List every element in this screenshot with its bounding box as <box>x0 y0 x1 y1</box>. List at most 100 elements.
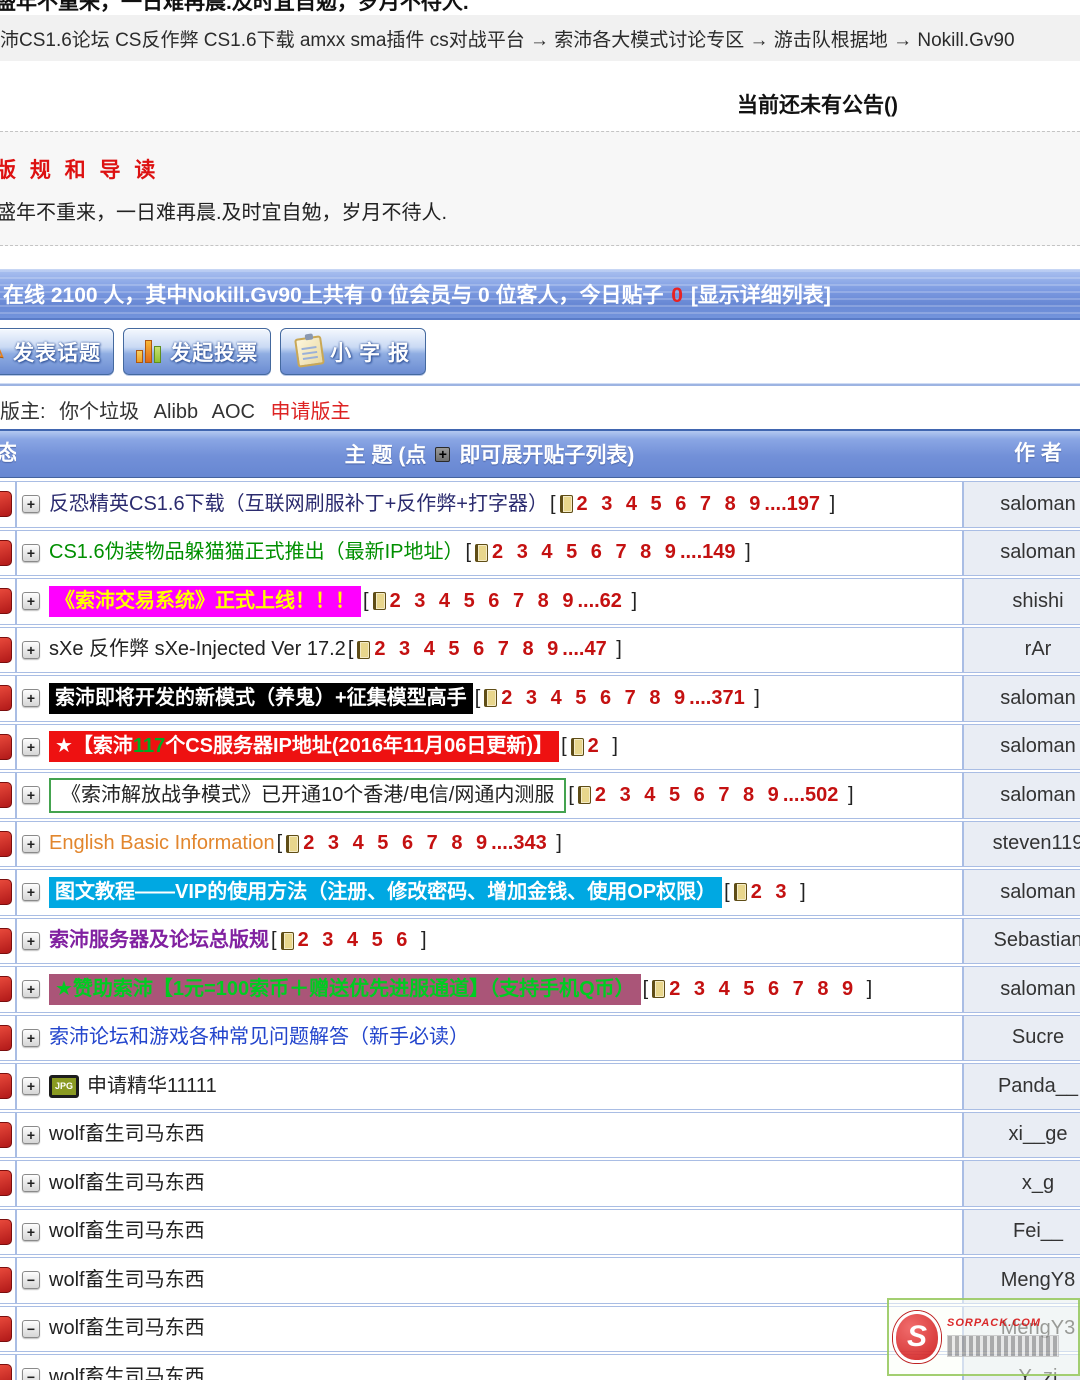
show-detail-list-link[interactable]: 显示详细列表 <box>698 284 824 307</box>
clipboard-button[interactable]: 小 字 报 <box>280 328 426 375</box>
page-numbers[interactable]: 2 3 4 5 6 7 8 9 <box>492 541 676 564</box>
barchart-button[interactable]: 发起投票 <box>123 328 271 375</box>
author-link[interactable]: saloman <box>1000 784 1076 807</box>
last-page-number[interactable]: ....371 <box>689 687 745 710</box>
topic-title-link[interactable]: 索沛论坛和游戏各种常见问题解答（新手必读） <box>49 1025 469 1050</box>
pages-icon <box>484 689 497 707</box>
expand-toggle-icon[interactable]: + <box>22 1029 40 1047</box>
page-links[interactable]: [2 3 4 5 6 7 8 9....371 ] <box>475 687 760 710</box>
topic-title-link[interactable]: 图文教程——VIP的使用方法（注册、修改密码、增加金钱、使用OP权限） <box>49 877 722 908</box>
page-links[interactable]: [2 3 4 5 6 7 8 9....62 ] <box>363 590 637 613</box>
page-numbers[interactable]: 2 3 4 5 6 7 8 9 <box>390 590 574 613</box>
topic-title-link[interactable]: ★赞助索沛【1元=100索币＋赠送优先进服通道】（支持手机Q币） <box>49 974 641 1005</box>
page-links[interactable]: [2 3 ] <box>724 881 806 904</box>
page: { "colors": { "accent_blue": "#6888d4", … <box>0 0 1080 1380</box>
topic-title-link[interactable]: wolf畜生司马东西 <box>49 1316 205 1341</box>
page-links[interactable]: [2 3 4 5 6 7 8 9....197 ] <box>550 493 835 516</box>
last-page-number[interactable]: ....47 <box>562 638 606 661</box>
page-links[interactable]: [2 3 4 5 6 7 8 9....343 ] <box>277 832 562 855</box>
author-link[interactable]: Fei__ <box>1013 1220 1063 1243</box>
topic-title-link[interactable]: 《索沛解放战争模式》已开通10个香港/电信/网通内测服 <box>49 778 566 813</box>
last-page-number[interactable]: ....502 <box>783 784 839 807</box>
page-numbers[interactable]: 2 3 4 5 6 7 8 9 <box>303 832 487 855</box>
page-links[interactable]: [2 3 4 5 6 ] <box>271 929 427 952</box>
author-link[interactable]: xi__ge <box>1009 1123 1068 1146</box>
expand-toggle-icon[interactable]: + <box>22 883 40 901</box>
topic-title-link[interactable]: CS1.6伪装物品躲猫猫正式推出（最新IP地址） <box>49 540 463 565</box>
expand-toggle-icon[interactable]: + <box>22 689 40 707</box>
author-link[interactable]: saloman <box>1000 493 1076 516</box>
expand-toggle-icon[interactable]: + <box>22 932 40 950</box>
page-links[interactable]: [2 3 4 5 6 7 8 9....47 ] <box>348 638 622 661</box>
author-link[interactable]: saloman <box>1000 735 1076 758</box>
page-links[interactable]: [2 3 4 5 6 7 8 9....149 ] <box>465 541 750 564</box>
author-link[interactable]: saloman <box>1000 881 1076 904</box>
expand-toggle-icon[interactable]: + <box>22 1174 40 1192</box>
author-link[interactable]: shishi <box>1012 590 1063 613</box>
author-link[interactable]: Sebastian <box>994 929 1080 952</box>
moderator-links[interactable]: 你个垃圾 Alibb AOC <box>59 401 255 423</box>
last-page-number[interactable]: ....197 <box>764 493 820 516</box>
pages-icon <box>357 641 370 659</box>
author-link[interactable]: steven119 <box>993 832 1080 855</box>
topic-title-link[interactable]: wolf畜生司马东西 <box>49 1171 205 1196</box>
page-numbers[interactable]: 2 3 4 5 6 <box>298 929 408 952</box>
expand-toggle-icon[interactable]: + <box>22 544 40 562</box>
page-numbers[interactable]: 2 <box>588 735 599 758</box>
topic-title-link[interactable]: 索沛即将开发的新模式（养鬼）+征集模型高手 <box>49 683 473 714</box>
page-numbers[interactable]: 2 3 4 5 6 7 8 9 <box>577 493 761 516</box>
expand-toggle-icon[interactable]: + <box>22 1126 40 1144</box>
author-link[interactable]: rAr <box>1025 638 1052 661</box>
page-numbers[interactable]: 2 3 <box>751 881 787 904</box>
expand-toggle-icon[interactable]: + <box>22 592 40 610</box>
page-numbers[interactable]: 2 3 4 5 6 7 8 9 <box>501 687 685 710</box>
author-cell: saloman <box>963 675 1080 722</box>
last-page-number[interactable]: ....62 <box>577 590 621 613</box>
page-links[interactable]: [2 3 4 5 6 7 8 9....502 ] <box>568 784 853 807</box>
author-link[interactable]: saloman <box>1000 541 1076 564</box>
author-link[interactable]: saloman <box>1000 687 1076 710</box>
expand-toggle-icon[interactable]: − <box>22 1320 40 1338</box>
page-links[interactable]: [2 3 4 5 6 7 8 9 ] <box>643 978 873 1001</box>
topic-title-link[interactable]: 申请精华11111 <box>87 1074 217 1099</box>
pencil-button[interactable]: ✎发表话题 <box>0 328 114 375</box>
expand-toggle-icon[interactable]: + <box>22 495 40 513</box>
author-link[interactable]: MengY8 <box>1001 1269 1076 1292</box>
topic-title-link[interactable]: wolf畜生司马东西 <box>49 1268 205 1293</box>
topic-title-link[interactable]: ★【索沛117个CS服务器IP地址(2016年11月06日更新)】 <box>49 731 559 762</box>
topic-title-link[interactable]: wolf畜生司马东西 <box>49 1122 205 1147</box>
page-numbers[interactable]: 2 3 4 5 6 7 8 9 <box>374 638 558 661</box>
toolbar: ✎发表话题发起投票小 字 报 <box>0 328 1080 376</box>
expand-toggle-icon[interactable]: + <box>22 1077 40 1095</box>
expand-toggle-icon[interactable]: + <box>22 738 40 756</box>
expand-toggle-icon[interactable]: + <box>22 835 40 853</box>
status-cell <box>0 578 16 625</box>
page-links[interactable]: [2 ] <box>561 735 618 758</box>
topic-title-link[interactable]: 索沛服务器及论坛总版规 <box>49 928 269 953</box>
author-link[interactable]: saloman <box>1000 978 1076 1001</box>
topic-title-link[interactable]: 《索沛交易系统》正式上线！！！ <box>49 586 361 617</box>
last-page-number[interactable]: ....149 <box>680 541 736 564</box>
topic-title-link[interactable]: wolf畜生司马东西 <box>49 1365 205 1380</box>
expand-toggle-icon[interactable]: − <box>22 1368 40 1380</box>
topic-title-link[interactable]: English Basic Information <box>49 831 275 856</box>
page-numbers[interactable]: 2 3 4 5 6 7 8 9 <box>595 784 779 807</box>
expand-toggle-icon[interactable]: − <box>22 1271 40 1289</box>
hot-folder-icon <box>0 1073 12 1099</box>
page-numbers[interactable]: 2 3 4 5 6 7 8 9 <box>669 978 853 1001</box>
status-cell <box>0 918 16 965</box>
apply-moderator-link[interactable]: 申请版主 <box>271 401 351 423</box>
last-page-number[interactable]: ....343 <box>491 832 547 855</box>
expand-toggle-icon[interactable]: + <box>22 1223 40 1241</box>
breadcrumb[interactable]: 索沛CS1.6论坛 CS反作弊 CS1.6下载 amxx sma插件 cs对战平… <box>0 25 1015 52</box>
topic-title-link[interactable]: 反恐精英CS1.6下载（互联网刷服补丁+反作弊+打字器） <box>49 492 548 517</box>
expand-toggle-icon[interactable]: + <box>22 980 40 998</box>
expand-toggle-icon[interactable]: + <box>22 786 40 804</box>
expand-toggle-icon[interactable]: + <box>22 641 40 659</box>
topic-title-link[interactable]: wolf畜生司马东西 <box>49 1219 205 1244</box>
topic-title-link[interactable]: sXe 反作弊 sXe-Injected Ver 17.2 <box>49 637 346 662</box>
bracket-close: ] <box>740 541 751 564</box>
author-link[interactable]: x_g <box>1022 1172 1054 1195</box>
author-link[interactable]: Panda__ <box>998 1075 1078 1098</box>
author-link[interactable]: Sucre <box>1012 1026 1064 1049</box>
